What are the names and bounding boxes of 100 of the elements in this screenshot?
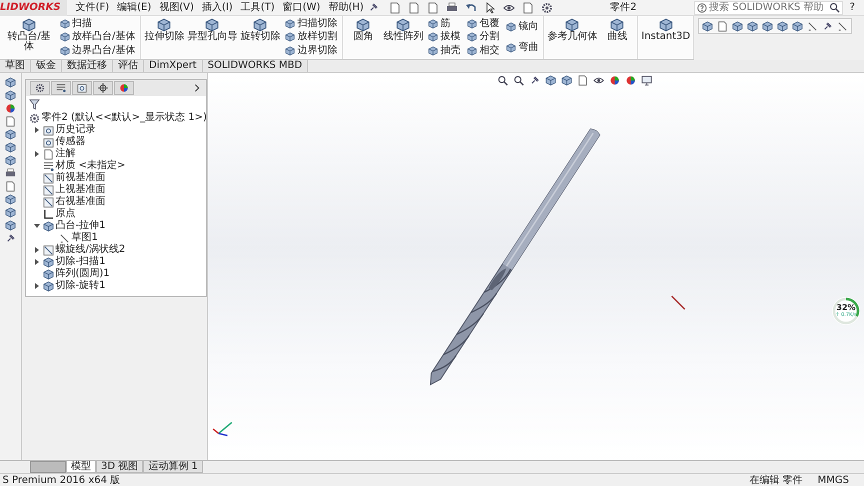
cube-icon[interactable] (702, 20, 714, 32)
command-tab[interactable]: 数据迁移 (62, 60, 113, 72)
tree-item[interactable]: 阵列(圆周)1 (56, 268, 110, 280)
cube-icon[interactable] (545, 75, 556, 86)
magnifier-icon[interactable] (829, 2, 840, 13)
ribbon-button[interactable]: 放样切割 (283, 31, 340, 44)
cube-icon[interactable] (5, 77, 16, 88)
search-field[interactable]: 搜索 SOLIDWORKS 帮助 (694, 0, 844, 14)
page-icon[interactable] (5, 116, 16, 127)
ribbon-button[interactable]: Instant3D (641, 17, 690, 58)
ribbon-button[interactable]: 扫描切除 (283, 18, 340, 30)
funnel-icon[interactable] (28, 98, 40, 110)
expand-arrow-icon[interactable] (34, 151, 38, 157)
ribbon-button[interactable]: 边界凸台/基体 (58, 45, 138, 58)
command-tab[interactable]: 钣金 (31, 60, 62, 72)
page-icon[interactable] (388, 2, 401, 14)
page-icon[interactable] (5, 181, 16, 192)
page-icon[interactable] (717, 20, 728, 32)
view-tab[interactable]: 模型 (66, 461, 96, 473)
panel-tab[interactable] (51, 81, 71, 95)
view-tab[interactable]: 3D 视图 (96, 461, 144, 473)
ribbon-button[interactable]: 分割 (465, 31, 502, 44)
cube-icon[interactable] (5, 207, 16, 218)
panel-tab[interactable] (114, 81, 134, 95)
panel-tab[interactable] (72, 81, 92, 95)
cube-icon[interactable] (5, 220, 16, 231)
pin-icon[interactable] (529, 75, 540, 86)
panel-tab[interactable] (93, 81, 113, 95)
tree-item[interactable]: 注解 (56, 148, 76, 160)
page-icon[interactable] (577, 75, 588, 86)
cube-icon[interactable] (732, 20, 744, 32)
view-tab[interactable]: 运动算例 1 (143, 461, 203, 473)
ribbon-button[interactable]: 圆角 (346, 17, 380, 58)
cube-icon[interactable] (792, 20, 804, 32)
tree-item[interactable]: 材质 <未指定> (56, 160, 126, 172)
ribbon-button[interactable]: 拉伸切除 (144, 17, 184, 58)
tree-item[interactable]: 历史记录 (56, 124, 96, 136)
ribbon-button[interactable]: 参考几何体 (547, 17, 598, 58)
menu-item[interactable]: 工具(T) (236, 0, 279, 16)
ribbon-button[interactable]: 相交 (465, 45, 502, 58)
tree-item[interactable]: 切除-扫描1 (56, 256, 106, 268)
expand-arrow-icon[interactable] (34, 224, 40, 228)
ribbon-button[interactable]: 异型孔向导 (187, 17, 238, 58)
eye-icon[interactable] (593, 75, 604, 86)
page-icon[interactable] (426, 2, 439, 14)
ribbon-button[interactable]: 拔模 (426, 31, 462, 44)
ribbon-button[interactable]: 旋转切除 (240, 17, 280, 58)
cube-icon[interactable] (747, 20, 758, 32)
sphere-icon[interactable] (5, 103, 16, 114)
ribbon-button[interactable]: 包覆 (465, 18, 502, 30)
expand-arrow-icon[interactable] (34, 247, 38, 253)
command-tab[interactable]: 评估 (113, 60, 144, 72)
tree-item[interactable]: 右视基准面 (56, 196, 106, 208)
tree-item[interactable]: 传感器 (56, 136, 86, 148)
sketch-icon[interactable] (837, 20, 848, 32)
menu-item[interactable]: 视图(V) (155, 0, 198, 16)
command-tab[interactable]: 草图 (0, 60, 31, 72)
cube-icon[interactable] (5, 129, 16, 140)
sphere-icon[interactable] (609, 75, 620, 86)
tree-item[interactable]: 凸台-拉伸1 (56, 220, 106, 232)
menu-item[interactable]: 窗口(W) (278, 0, 324, 16)
expand-arrow-icon[interactable] (34, 127, 38, 133)
ribbon-button[interactable]: 抽壳 (426, 45, 462, 58)
tree-item[interactable]: 草图1 (72, 232, 98, 244)
chevron-icon[interactable] (192, 83, 202, 93)
tree-root[interactable]: 零件2 (默认<<默认>_显示状态 1>) (42, 112, 207, 124)
command-tab[interactable]: SOLIDWORKS MBD (202, 60, 308, 72)
ribbon-button[interactable]: 边界切除 (283, 45, 340, 58)
command-tab[interactable]: DimXpert (144, 60, 203, 72)
magnifier-icon[interactable] (497, 75, 508, 86)
pin-icon[interactable] (822, 20, 834, 32)
expand-arrow-icon[interactable] (34, 283, 38, 289)
ribbon-button[interactable]: 弯曲 (504, 42, 540, 54)
sphere-icon[interactable] (625, 75, 636, 86)
tree-item[interactable]: 前视基准面 (56, 172, 106, 184)
tree-item[interactable]: 螺旋线/涡状线2 (56, 244, 126, 256)
ribbon-button[interactable]: 筋 (426, 18, 462, 30)
pin-icon[interactable] (368, 2, 379, 13)
ribbon-button[interactable]: 镜向 (504, 21, 540, 34)
tree-item[interactable]: 上视基准面 (56, 184, 106, 196)
expand-arrow-icon[interactable] (34, 259, 38, 265)
ribbon-button[interactable]: 放样凸台/基体 (58, 31, 138, 44)
menu-item[interactable]: 插入(I) (198, 0, 237, 16)
menu-item[interactable]: 文件(F) (72, 0, 114, 16)
help-button[interactable]: ? (846, 0, 859, 16)
panel-tab[interactable] (30, 81, 50, 95)
cursor-icon[interactable] (484, 2, 496, 14)
ribbon-button[interactable]: 扫描 (58, 18, 138, 30)
page-icon[interactable] (522, 2, 534, 14)
monitor-icon[interactable] (641, 75, 652, 86)
gear-icon[interactable] (540, 2, 553, 14)
menu-item[interactable]: 编辑(E) (113, 0, 156, 16)
undo-icon[interactable] (464, 2, 477, 14)
cube-icon[interactable] (777, 20, 788, 32)
magnifier-icon[interactable] (513, 75, 524, 86)
printer-icon[interactable] (446, 2, 458, 14)
cube-icon[interactable] (5, 155, 16, 166)
printer-icon[interactable] (5, 168, 16, 179)
cube-icon[interactable] (762, 20, 774, 32)
cube-icon[interactable] (5, 194, 16, 205)
